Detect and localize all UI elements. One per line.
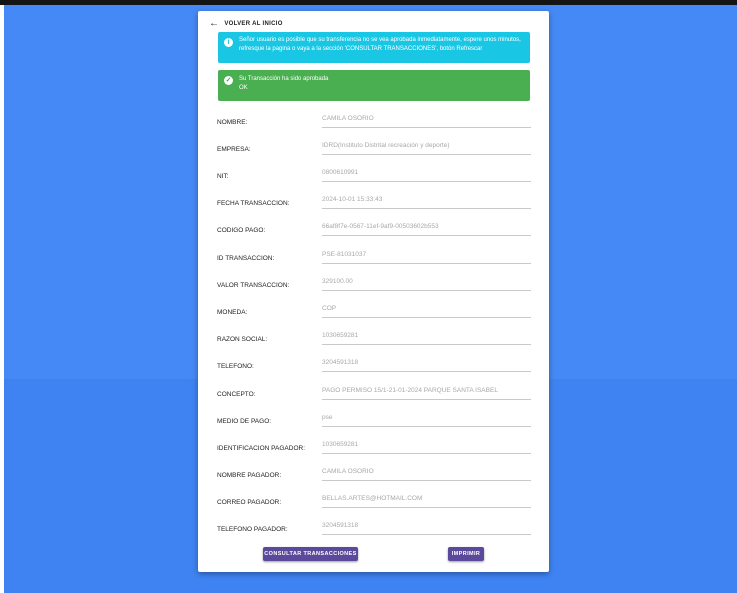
field-row-correo-pagador: CORREO PAGADOR: BELLAS.ARTES@HOTMAIL.COM bbox=[217, 494, 531, 512]
field-value: 1030659281 bbox=[322, 332, 531, 345]
field-row-identificacion-pagador: IDENTIFICACION PAGADOR: 1030659281 bbox=[217, 440, 531, 458]
field-value: pse bbox=[322, 414, 531, 427]
consultar-transacciones-button[interactable]: CONSULTAR TRANSACCIONES bbox=[263, 547, 358, 561]
imprimir-button[interactable]: IMPRIMIR bbox=[448, 547, 484, 561]
field-row-empresa: EMPRESA: IDRD(Instituto Distrital recrea… bbox=[217, 141, 531, 159]
field-label: TELEFONO: bbox=[217, 363, 254, 370]
check-circle-icon: ✓ bbox=[224, 76, 233, 85]
field-row-codigo-pago: CODIGO PAGO: 66af8f7e-0567-11ef-9af9-005… bbox=[217, 222, 531, 240]
field-value: 3204591318 bbox=[322, 359, 531, 372]
field-row-fecha-transaccion: FECHA TRANSACCION: 2024-10-01 15:33:43 bbox=[217, 195, 531, 213]
field-label: MEDIO DE PAGO: bbox=[217, 418, 272, 425]
field-label: RAZON SOCIAL: bbox=[217, 336, 268, 343]
field-value: 329100.00 bbox=[322, 278, 531, 291]
field-value: 3204591318 bbox=[322, 522, 531, 535]
field-value: 1030659281 bbox=[322, 441, 531, 454]
field-row-nombre-pagador: NOMBRE PAGADOR: CAMILA OSORIO bbox=[217, 467, 531, 485]
field-label: CORREO PAGADOR: bbox=[217, 499, 282, 506]
info-icon: i bbox=[224, 38, 233, 47]
info-alert-text: Señor usuario es posible que su transfer… bbox=[239, 37, 521, 52]
field-label: NOMBRE PAGADOR: bbox=[217, 472, 282, 479]
field-value: PSE-81031037 bbox=[322, 251, 531, 264]
field-value: CAMILA OSORIO bbox=[322, 468, 531, 481]
field-label: ID TRANSACCION: bbox=[217, 255, 275, 262]
field-label: EMPRESA: bbox=[217, 146, 251, 153]
field-label: NIT: bbox=[217, 173, 229, 180]
field-label: TELEFONO PAGADOR: bbox=[217, 526, 288, 533]
field-row-nombre: NOMBRE: CAMILA OSORIO bbox=[217, 114, 531, 132]
field-value: CAMILA OSORIO bbox=[322, 115, 531, 128]
field-value: 0800610991 bbox=[322, 169, 531, 182]
transaction-card: ← VOLVER AL INICIO i Señor usuario es po… bbox=[198, 11, 549, 572]
field-row-concepto: CONCEPTO: PAGO PERMISO 15/1-21-01-2024 P… bbox=[217, 386, 531, 404]
success-alert: ✓ Su Transacción ha sido aprobada OK bbox=[218, 70, 530, 101]
back-to-home-link[interactable]: ← VOLVER AL INICIO bbox=[209, 18, 283, 29]
success-alert-title: Su Transacción ha sido aprobada bbox=[239, 76, 329, 82]
field-row-razon-social: RAZON SOCIAL: 1030659281 bbox=[217, 331, 531, 349]
field-row-telefono-pagador: TELEFONO PAGADOR: 3204591318 bbox=[217, 521, 531, 539]
field-label: MONEDA: bbox=[217, 309, 248, 316]
field-label: IDENTIFICACION PAGADOR: bbox=[217, 445, 305, 452]
field-row-nit: NIT: 0800610991 bbox=[217, 168, 531, 186]
field-label: FECHA TRANSACCION: bbox=[217, 200, 290, 207]
info-alert: i Señor usuario es posible que su transf… bbox=[218, 32, 530, 63]
arrow-left-icon: ← bbox=[209, 18, 220, 29]
field-value: IDRD(Instituto Distrital recreación y de… bbox=[322, 142, 531, 155]
field-label: NOMBRE: bbox=[217, 119, 248, 126]
field-row-valor-transaccion: VALOR TRANSACCION: 329100.00 bbox=[217, 277, 531, 295]
back-link-label: VOLVER AL INICIO bbox=[224, 21, 283, 27]
field-row-medio-de-pago: MEDIO DE PAGO: pse bbox=[217, 413, 531, 431]
success-alert-status: OK bbox=[239, 85, 248, 91]
field-row-id-transaccion: ID TRANSACCION: PSE-81031037 bbox=[217, 250, 531, 268]
field-value: 2024-10-01 15:33:43 bbox=[322, 196, 531, 209]
field-value: BELLAS.ARTES@HOTMAIL.COM bbox=[322, 495, 531, 508]
field-row-telefono: TELEFONO: 3204591318 bbox=[217, 358, 531, 376]
field-label: VALOR TRANSACCION: bbox=[217, 282, 290, 289]
field-label: CONCEPTO: bbox=[217, 391, 256, 398]
field-row-moneda: MONEDA: COP bbox=[217, 304, 531, 322]
field-label: CODIGO PAGO: bbox=[217, 227, 266, 234]
field-value: COP bbox=[322, 305, 531, 318]
field-value: PAGO PERMISO 15/1-21-01-2024 PARQUE SANT… bbox=[322, 387, 531, 400]
field-value: 66af8f7e-0567-11ef-9af9-00503602b553 bbox=[322, 223, 531, 236]
